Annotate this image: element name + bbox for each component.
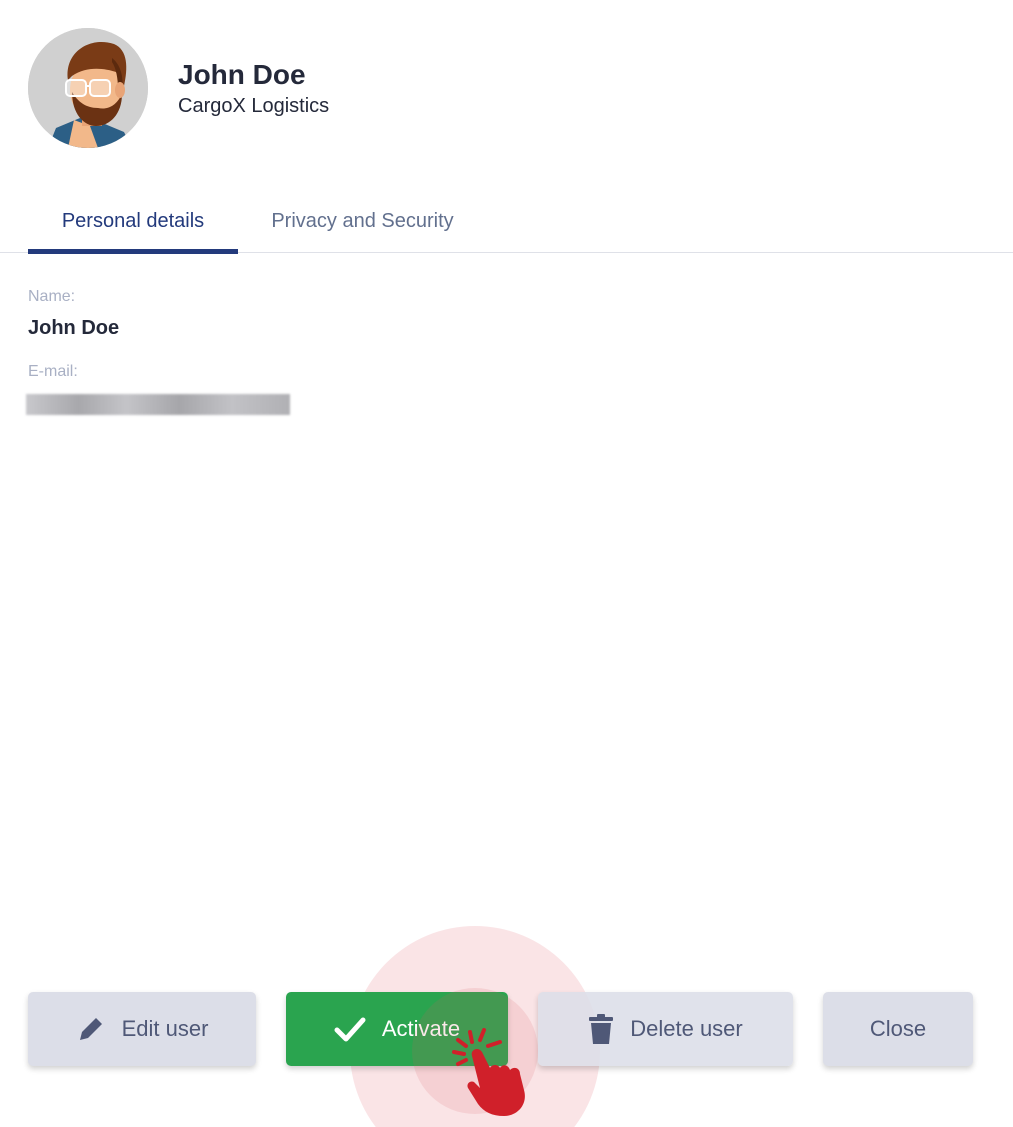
edit-user-label: Edit user	[121, 1016, 209, 1041]
pencil-icon	[76, 1014, 106, 1044]
edit-user-button[interactable]: Edit user	[28, 992, 256, 1066]
trash-icon	[588, 1013, 614, 1045]
delete-user-button[interactable]: Delete user	[538, 992, 793, 1066]
name-label: Name:	[28, 288, 76, 305]
user-header: John Doe CargoX Logistics	[28, 28, 329, 148]
delete-user-label: Delete user	[630, 1016, 743, 1041]
bearded-man-avatar-icon	[28, 28, 148, 148]
tab-bar: Personal details Privacy and Security	[0, 190, 1013, 254]
avatar	[28, 28, 148, 148]
user-name: John Doe	[178, 58, 306, 90]
close-label: Close	[869, 1016, 927, 1041]
tab-personal-details[interactable]: Personal details	[28, 190, 238, 254]
checkmark-icon	[334, 1015, 366, 1043]
user-company: CargoX Logistics	[178, 94, 330, 117]
email-label: E-mail:	[28, 363, 78, 380]
close-button[interactable]: Close	[823, 992, 973, 1066]
click-highlight-core	[412, 988, 538, 1114]
tab-privacy-and-security[interactable]: Privacy and Security	[250, 190, 475, 253]
name-value: John Doe	[28, 317, 120, 339]
email-value-redacted	[26, 394, 290, 415]
